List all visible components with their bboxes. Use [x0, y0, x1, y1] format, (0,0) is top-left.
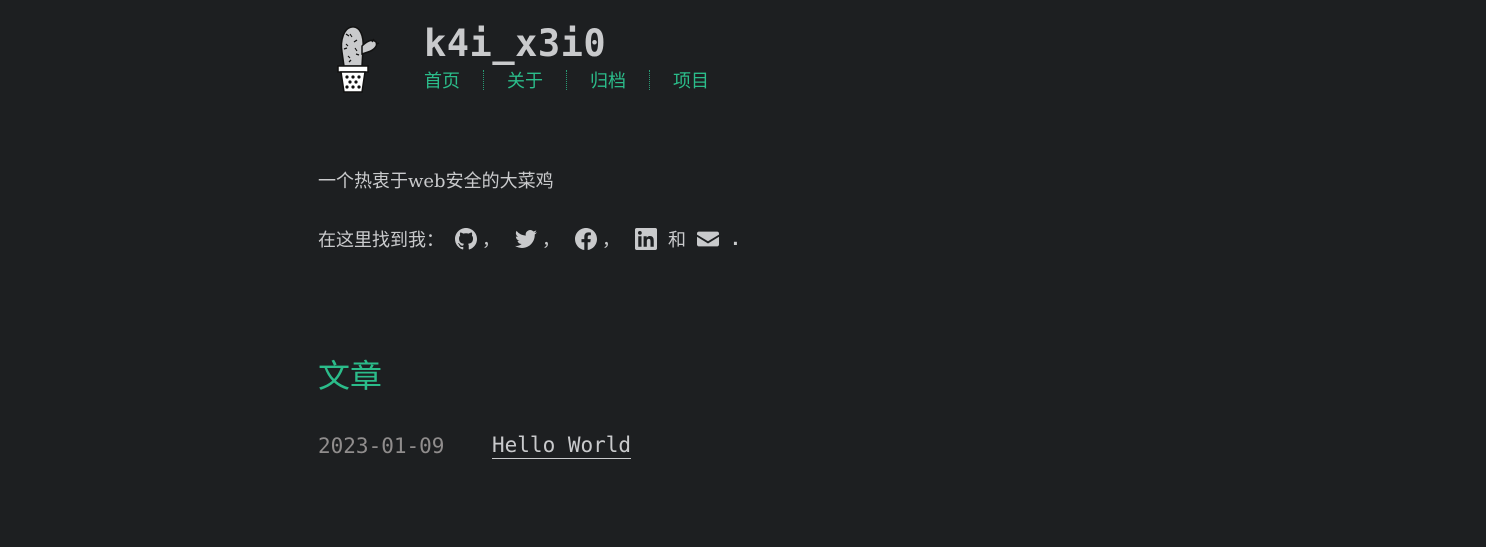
- and-text: 和: [668, 230, 686, 251]
- nav-projects-link[interactable]: 项目: [673, 67, 709, 93]
- post-list-item: 2023-01-09 Hello World: [318, 432, 632, 460]
- github-icon[interactable]: [454, 227, 478, 251]
- nav-divider: [566, 70, 567, 90]
- find-me-line: 在这里找到我： ， ， ， 和 .: [318, 225, 741, 253]
- facebook-icon[interactable]: [574, 227, 598, 251]
- twitter-icon[interactable]: [514, 227, 538, 251]
- main-nav: 首页 关于 归档 项目: [424, 68, 709, 92]
- period-text: .: [730, 228, 741, 250]
- comma-separator: ，: [482, 230, 500, 251]
- bio-text: 一个热衷于web安全的大菜鸡: [318, 171, 554, 192]
- find-me-label: 在这里找到我：: [318, 230, 444, 251]
- nav-about-link[interactable]: 关于: [507, 67, 543, 93]
- comma-separator: ，: [542, 230, 560, 251]
- linkedin-icon[interactable]: [634, 227, 658, 251]
- envelope-icon[interactable]: [696, 227, 720, 251]
- site-title: k4i_x3i0: [424, 22, 607, 65]
- nav-home-link[interactable]: 首页: [424, 67, 460, 93]
- comma-separator: ，: [602, 230, 620, 251]
- nav-divider: [483, 70, 484, 90]
- posts-heading: 文章: [318, 357, 383, 395]
- post-title-link[interactable]: Hello World: [492, 433, 632, 459]
- page: k4i_x3i0 首页 关于 归档 项目 一个热衷于web安全的大菜鸡 在这里找…: [0, 0, 1486, 547]
- cactus-logo-icon[interactable]: [332, 22, 384, 94]
- post-date: 2023-01-09: [318, 434, 445, 458]
- nav-divider: [649, 70, 650, 90]
- nav-archive-link[interactable]: 归档: [590, 67, 626, 93]
